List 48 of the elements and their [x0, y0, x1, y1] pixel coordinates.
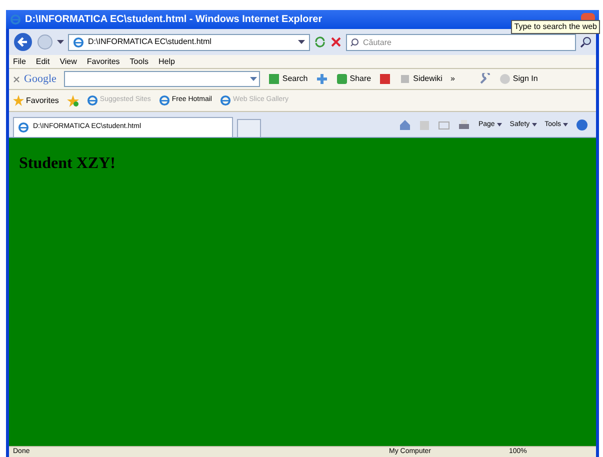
menu-item[interactable]: View [60, 56, 77, 68]
home-icon [399, 119, 412, 131]
dropdown-icon [563, 123, 568, 127]
favorites-button[interactable]: Favorites [13, 94, 59, 106]
browser-icon [158, 95, 170, 106]
google-logo: Google [24, 72, 56, 87]
menu-item[interactable]: Tools [130, 56, 148, 68]
toolbar-button[interactable]: Sign In [498, 73, 538, 85]
close-icon [13, 76, 20, 82]
toolbar-button[interactable]: Search [268, 73, 308, 85]
share-icon [336, 73, 348, 85]
menu-item[interactable]: Edit [36, 56, 50, 68]
menu-item[interactable]: Help [158, 56, 175, 68]
mail-icon [438, 120, 450, 130]
menu-item[interactable]: Favorites [86, 56, 120, 68]
star-icon [13, 95, 24, 106]
browser-icon [86, 95, 98, 106]
menu-item[interactable]: File [13, 56, 26, 68]
dropdown-icon [250, 76, 258, 82]
tooltip: Type to search the web [511, 20, 600, 34]
back-icon [13, 32, 33, 52]
forward-icon [37, 34, 53, 50]
new-tab-button[interactable] [237, 119, 261, 137]
address-field[interactable]: D:\INFORMATICA EC\student.html [68, 34, 310, 50]
browser-icon [10, 14, 21, 25]
page-heading: Student XZY! [19, 154, 116, 174]
square-icon [379, 73, 392, 85]
printer-icon [458, 119, 470, 131]
browser-icon [18, 122, 29, 133]
dropdown-icon [298, 40, 305, 44]
google-search-field[interactable] [64, 71, 260, 87]
toolbar-button[interactable]: Sidewiki [399, 73, 442, 85]
toolbar-button[interactable]: Share [336, 73, 372, 85]
dropdown-icon [57, 40, 64, 44]
dropdown-icon [532, 123, 537, 127]
wrench-icon [478, 73, 491, 85]
browser-icon [220, 95, 231, 106]
close-icon [330, 36, 342, 48]
page-icon [73, 36, 84, 48]
window-title: D:\INFORMATICA EC\student.html - Windows Internet Explorer [25, 13, 322, 27]
search-icon [580, 36, 592, 48]
add-favorite-icon [66, 94, 79, 106]
plus-icon [316, 73, 328, 85]
toolbar-button[interactable]: » [450, 73, 455, 85]
search-field[interactable]: Căutare [346, 34, 576, 50]
dropdown-icon [496, 123, 502, 127]
refresh-icon [314, 36, 326, 48]
address-text: D:\INFORMATICA EC\student.html [88, 36, 212, 48]
